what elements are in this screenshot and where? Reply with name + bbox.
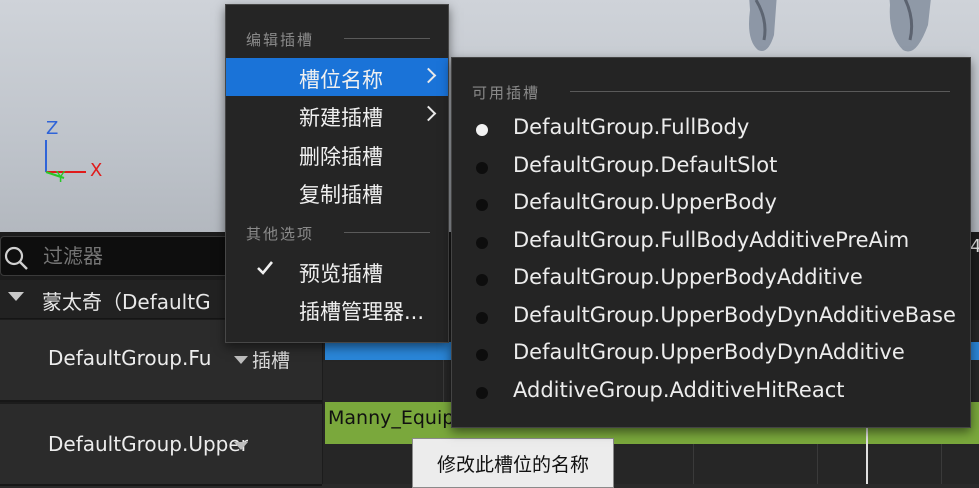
- slot-dropdown-icon[interactable]: [234, 442, 248, 450]
- menu-item-delete-slot[interactable]: 删除插槽: [226, 135, 448, 173]
- slot-option-label: AdditiveGroup.AdditiveHitReact: [513, 378, 845, 402]
- slot-option[interactable]: DefaultGroup.FullBody: [452, 111, 970, 148]
- menu-item-label: 插槽管理器...: [299, 300, 425, 324]
- radio-bullet-icon: [476, 237, 488, 249]
- montage-group-label: 蒙太奇（DefaultG: [42, 290, 211, 314]
- slot-option-label: DefaultGroup.DefaultSlot: [513, 153, 778, 177]
- slot-row[interactable]: DefaultGroup.Upper: [0, 404, 322, 486]
- radio-bullet-icon: [476, 349, 488, 361]
- slot-option-label: DefaultGroup.UpperBodyDynAdditiveBase: [513, 303, 956, 327]
- axis-y-label: Y: [56, 168, 66, 186]
- search-icon: [4, 246, 28, 270]
- slot-option-label: DefaultGroup.FullBodyAdditivePreAim: [513, 228, 910, 252]
- slot-option-label: DefaultGroup.UpperBodyDynAdditive: [513, 340, 905, 364]
- character-legs-image: [749, 0, 931, 52]
- slot-option[interactable]: DefaultGroup.UpperBodyAdditive: [452, 261, 970, 298]
- slot-dropdown-label[interactable]: 插槽: [252, 346, 290, 373]
- menu-item-slot-name[interactable]: 槽位名称: [226, 58, 448, 96]
- radio-bullet-icon: [476, 124, 488, 136]
- radio-bullet-icon: [476, 387, 488, 399]
- animation-segment-label: Manny_Equip: [328, 407, 455, 429]
- tooltip: 修改此槽位的名称: [412, 438, 614, 488]
- tooltip-text: 修改此槽位的名称: [436, 453, 589, 476]
- slot-name: DefaultGroup.Fu: [48, 346, 212, 370]
- menu-divider: [344, 232, 430, 233]
- chevron-right-icon: [420, 67, 437, 84]
- slot-name: DefaultGroup.Upper: [48, 432, 248, 456]
- menu-item-slot-manager[interactable]: 插槽管理器...: [226, 290, 448, 328]
- menu-item-label: 删除插槽: [299, 145, 383, 169]
- menu-divider: [344, 38, 430, 39]
- chevron-right-icon: [420, 105, 437, 122]
- checkmark-icon: [257, 261, 274, 275]
- radio-bullet-icon: [476, 162, 488, 174]
- radio-bullet-icon: [476, 274, 488, 286]
- slot-option-label: DefaultGroup.UpperBodyAdditive: [513, 265, 863, 289]
- slot-option[interactable]: AdditiveGroup.AdditiveHitReact: [452, 374, 970, 411]
- menu-item-preview-slot[interactable]: 预览插槽: [226, 252, 448, 290]
- axis-z-label: Z: [46, 118, 59, 139]
- menu-section-header: 编辑插槽: [246, 31, 315, 49]
- available-slots-submenu: 可用插槽 DefaultGroup.FullBody DefaultGroup.…: [451, 57, 971, 428]
- slot-option[interactable]: DefaultGroup.UpperBody: [452, 186, 970, 223]
- axis-x-label: X: [90, 160, 103, 181]
- menu-item-label: 复制插槽: [299, 183, 383, 207]
- slot-option[interactable]: DefaultGroup.FullBodyAdditivePreAim: [452, 224, 970, 261]
- menu-item-new-slot[interactable]: 新建插槽: [226, 96, 448, 134]
- axis-gizmo: Z X Y: [30, 118, 120, 198]
- menu-item-label: 新建插槽: [299, 106, 383, 130]
- slot-option-label: DefaultGroup.UpperBody: [513, 190, 777, 214]
- radio-bullet-icon: [476, 199, 488, 211]
- menu-item-label: 槽位名称: [299, 68, 383, 92]
- submenu-divider: [570, 91, 950, 92]
- submenu-header: 可用插槽: [472, 84, 541, 102]
- collapse-caret-icon[interactable]: [8, 292, 24, 301]
- slot-context-menu: 编辑插槽 槽位名称 新建插槽 删除插槽 复制插槽 其他选项 预览插槽 插槽管理器…: [225, 4, 449, 343]
- radio-bullet-icon: [476, 312, 488, 324]
- slot-option[interactable]: DefaultGroup.DefaultSlot: [452, 149, 970, 186]
- menu-section-header: 其他选项: [246, 225, 315, 243]
- slot-option-label: DefaultGroup.FullBody: [513, 115, 750, 139]
- slot-option[interactable]: DefaultGroup.UpperBodyDynAdditiveBase: [452, 299, 970, 336]
- timeline-edge-number: 4: [970, 236, 979, 257]
- axis-lines-icon: [45, 140, 86, 179]
- slot-dropdown-icon[interactable]: [234, 356, 248, 364]
- menu-item-label: 预览插槽: [299, 262, 383, 286]
- slot-option[interactable]: DefaultGroup.UpperBodyDynAdditive: [452, 336, 970, 373]
- menu-item-duplicate-slot[interactable]: 复制插槽: [226, 173, 448, 211]
